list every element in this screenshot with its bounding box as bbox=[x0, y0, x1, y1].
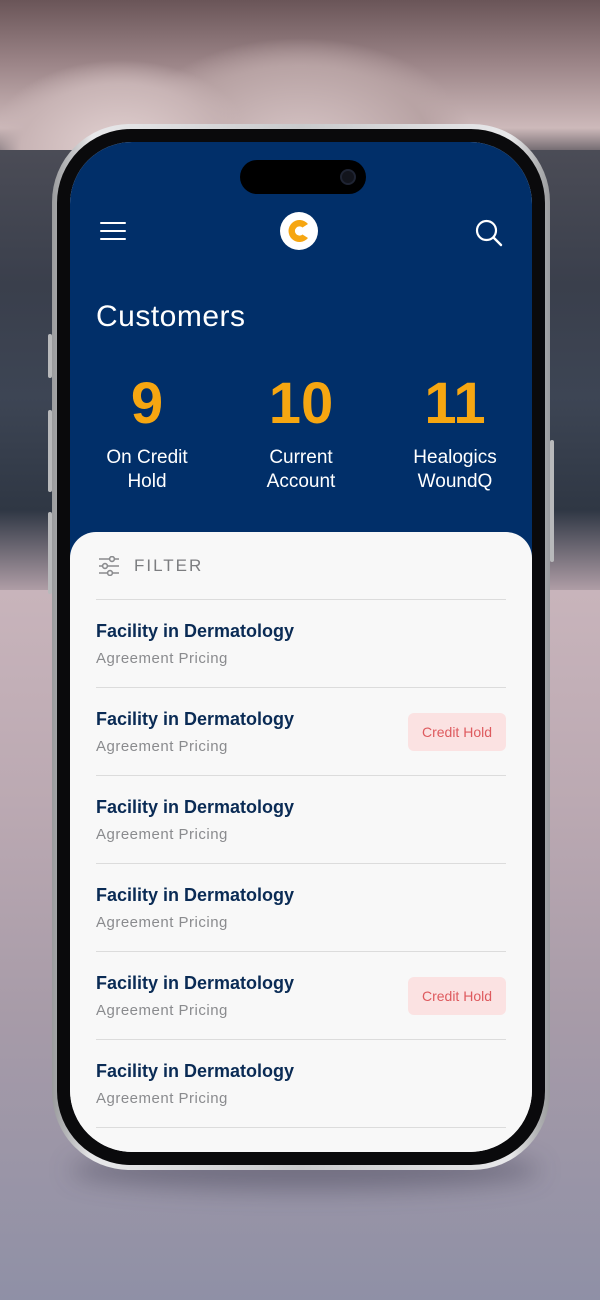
app-screen: Customers 9 On Credit Hold 10 Current Ac… bbox=[70, 142, 532, 1152]
customer-subtitle: Agreement Pricing bbox=[96, 649, 228, 667]
customer-name: Facility in Dermatology bbox=[96, 796, 295, 817]
customer-subtitle: Agreement Pricing bbox=[96, 1001, 228, 1019]
stat-label-line: WoundQ bbox=[417, 471, 493, 492]
customer-name: Facility in Dermatology bbox=[96, 1060, 295, 1081]
customer-info: Facility in Dermatology Agreement Pricin… bbox=[96, 1061, 294, 1107]
customer-subtitle: Agreement Pricing bbox=[96, 913, 228, 931]
phone-volume-up-button bbox=[48, 410, 52, 492]
customer-info: Facility in Dermatology Agreement Pricin… bbox=[96, 797, 294, 843]
camera-icon bbox=[340, 169, 356, 185]
customer-name: Facility in Dermatology bbox=[96, 708, 295, 729]
brand-c-logo-icon bbox=[280, 212, 318, 250]
credit-hold-badge: Credit Hold bbox=[407, 976, 506, 1015]
stat-healogics-woundq[interactable]: 11 Healogics WoundQ bbox=[378, 372, 532, 494]
customer-subtitle: Agreement Pricing bbox=[96, 825, 228, 843]
stat-label: Current Account bbox=[224, 446, 378, 494]
customer-info: Facility in Dermatology Agreement Pricin… bbox=[96, 973, 294, 1019]
hamburger-menu-icon[interactable] bbox=[100, 220, 126, 242]
stat-value: 9 bbox=[130, 371, 164, 436]
customer-info: Facility in Dermatology Agreement Pricin… bbox=[96, 621, 294, 667]
page-title: Customers bbox=[96, 300, 246, 333]
phone-side-button bbox=[48, 334, 52, 378]
stat-value: 11 bbox=[424, 371, 486, 436]
stat-label: Healogics WoundQ bbox=[378, 446, 532, 494]
stat-current-account[interactable]: 10 Current Account bbox=[224, 372, 378, 494]
phone-frame: Customers 9 On Credit Hold 10 Current Ac… bbox=[48, 124, 554, 1170]
customer-subtitle: Agreement Pricing bbox=[96, 1089, 228, 1107]
stat-label-line: Current bbox=[269, 447, 333, 468]
app-header: Customers 9 On Credit Hold 10 Current Ac… bbox=[70, 142, 532, 572]
stat-label-line: On Credit bbox=[106, 447, 188, 468]
customer-row[interactable]: Facility in Dermatology Agreement Pricin… bbox=[96, 688, 506, 776]
customer-row[interactable]: Facility in Dermatology Agreement Pricin… bbox=[96, 864, 506, 952]
customer-info: Facility in Dermatology Agreement Pricin… bbox=[96, 885, 294, 931]
customer-info: Facility in Dermatology Agreement Pricin… bbox=[96, 709, 294, 755]
customer-row[interactable]: Facility in Dermatology Agreement Pricin… bbox=[96, 600, 506, 688]
customer-subtitle: Agreement Pricing bbox=[96, 737, 228, 755]
customer-row[interactable]: Facility in Dermatology Agreement Pricin… bbox=[96, 952, 506, 1040]
customer-list-panel: FILTER Facility in Dermatology Agreement… bbox=[70, 532, 532, 1152]
stat-label-line: Hold bbox=[127, 471, 167, 492]
sliders-icon bbox=[99, 555, 119, 576]
stat-label-line: Account bbox=[266, 471, 336, 492]
stats-summary: 9 On Credit Hold 10 Current Account 11 H… bbox=[70, 372, 532, 494]
customer-name: Facility in Dermatology bbox=[96, 884, 295, 905]
customer-name: Facility in Dermatology bbox=[96, 620, 295, 641]
credit-hold-badge: Credit Hold bbox=[407, 712, 506, 751]
customer-name: Facility in Dermatology bbox=[96, 972, 295, 993]
phone-bezel: Customers 9 On Credit Hold 10 Current Ac… bbox=[57, 129, 545, 1165]
customer-row[interactable]: Facility in Dermatology Agreement Pricin… bbox=[96, 1040, 506, 1128]
customer-row[interactable]: Facility in Dermatology Agreement Pricin… bbox=[96, 776, 506, 864]
phone-power-button bbox=[550, 440, 554, 562]
filter-button[interactable]: FILTER bbox=[96, 532, 506, 600]
stat-label: On Credit Hold bbox=[70, 446, 224, 494]
search-icon[interactable] bbox=[474, 218, 504, 248]
stat-label-line: Healogics bbox=[413, 447, 497, 468]
stat-credit-hold[interactable]: 9 On Credit Hold bbox=[70, 372, 224, 494]
stat-value: 10 bbox=[268, 371, 334, 436]
dynamic-island bbox=[240, 160, 366, 194]
filter-label: FILTER bbox=[134, 555, 204, 575]
phone-volume-down-button bbox=[48, 512, 52, 594]
